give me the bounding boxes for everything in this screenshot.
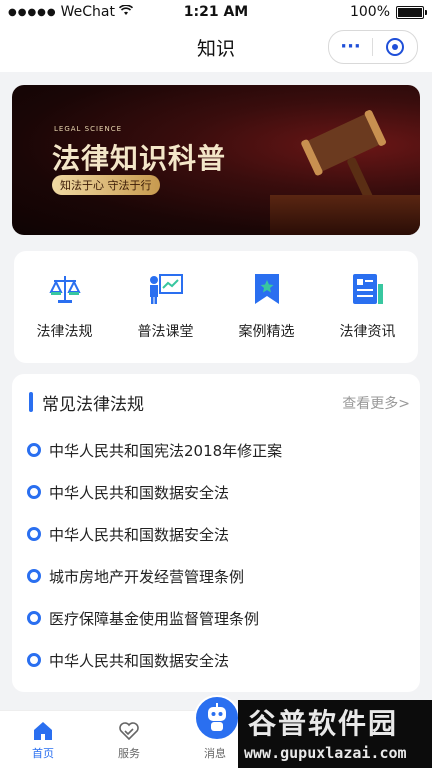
lecture-icon: [148, 271, 184, 307]
banner-title: 法律知识科普: [52, 142, 227, 175]
list-item-label: 中华人民共和国数据安全法: [49, 525, 230, 544]
grid-item-label: 法律资讯: [339, 324, 396, 340]
close-button[interactable]: [373, 37, 416, 57]
banner-subtitle: LEGAL SCIENCE: [54, 125, 123, 133]
bookmark-star-icon: [249, 271, 285, 307]
section-accent-bar: [29, 392, 33, 412]
list-item[interactable]: 医疗保障基金使用监督管理条例: [12, 597, 420, 639]
watermark-title: 谷普软件园: [248, 707, 399, 740]
quick-nav-grid: 法律法规 普法课堂 案例精选 法律资讯: [14, 251, 418, 363]
banner[interactable]: LEGAL SCIENCE 法律知识科普 知法于心 守法于行: [12, 85, 420, 235]
tab-home[interactable]: 首页: [0, 711, 86, 769]
more-button[interactable]: ···: [329, 32, 372, 62]
tab-service[interactable]: 服务: [86, 711, 172, 769]
list-item[interactable]: 城市房地产开发经营管理条例: [12, 555, 420, 597]
grid-item-laws[interactable]: 法律法规: [14, 251, 115, 363]
section-title: 常见法律法规: [42, 395, 144, 415]
tab-label: 首页: [32, 747, 54, 760]
list-item-label: 中华人民共和国宪法2018年修正案: [49, 441, 283, 460]
bullet-icon: [27, 569, 41, 583]
grid-item-label: 普法课堂: [137, 324, 194, 340]
battery-icon: [396, 5, 427, 19]
miniprogram-capsule: ···: [328, 30, 418, 64]
list-item-label: 中华人民共和国数据安全法: [49, 651, 230, 670]
bullet-icon: [27, 443, 41, 457]
list-item-label: 中华人民共和国数据安全法: [49, 483, 230, 502]
list-item-label: 城市房地产开发经营管理条例: [49, 567, 245, 586]
bullet-icon: [27, 611, 41, 625]
battery-percent: 100%: [349, 4, 390, 20]
grid-item-news[interactable]: 法律资讯: [317, 251, 418, 363]
assistant-robot-button[interactable]: [194, 695, 240, 741]
grid-item-lectures[interactable]: 普法课堂: [115, 251, 216, 363]
list-item[interactable]: 中华人民共和国数据安全法: [12, 471, 420, 513]
tab-label: 服务: [118, 747, 140, 760]
list-item-label: 医疗保障基金使用监督管理条例: [49, 609, 260, 628]
news-icon: [350, 271, 386, 307]
home-icon: [31, 719, 55, 743]
status-right: 100%: [349, 4, 427, 20]
watermark: 谷普软件园 www.gupuxlazai.com: [238, 700, 432, 768]
watermark-url: www.gupuxlazai.com: [244, 744, 407, 762]
banner-book: [270, 195, 420, 235]
view-more-link[interactable]: 查看更多>: [342, 393, 410, 413]
target-close-icon: [385, 38, 404, 56]
list-item[interactable]: 中华人民共和国数据安全法: [12, 639, 420, 681]
bullet-icon: [27, 527, 41, 541]
heart-hand-icon: [117, 719, 141, 743]
robot-icon: [208, 703, 226, 731]
nav-bar: 知识 ···: [0, 24, 432, 72]
bullet-icon: [27, 485, 41, 499]
list-item[interactable]: 中华人民共和国数据安全法: [12, 513, 420, 555]
tab-label: 消息: [204, 747, 226, 760]
law-list: 中华人民共和国宪法2018年修正案 中华人民共和国数据安全法 中华人民共和国数据…: [12, 429, 420, 681]
grid-item-label: 案例精选: [238, 324, 295, 340]
section-header: 常见法律法规 查看更多>: [12, 390, 420, 415]
status-bar: ●●●●● WeChat 1:21 AM 100%: [0, 0, 432, 24]
scales-icon: [47, 271, 83, 307]
common-laws-card: 常见法律法规 查看更多> 中华人民共和国宪法2018年修正案 中华人民共和国数据…: [12, 374, 420, 692]
grid-item-cases[interactable]: 案例精选: [216, 251, 317, 363]
list-item[interactable]: 中华人民共和国宪法2018年修正案: [12, 429, 420, 471]
bullet-icon: [27, 653, 41, 667]
banner-tag: 知法于心 守法于行: [52, 175, 160, 195]
grid-item-label: 法律法规: [36, 324, 93, 340]
